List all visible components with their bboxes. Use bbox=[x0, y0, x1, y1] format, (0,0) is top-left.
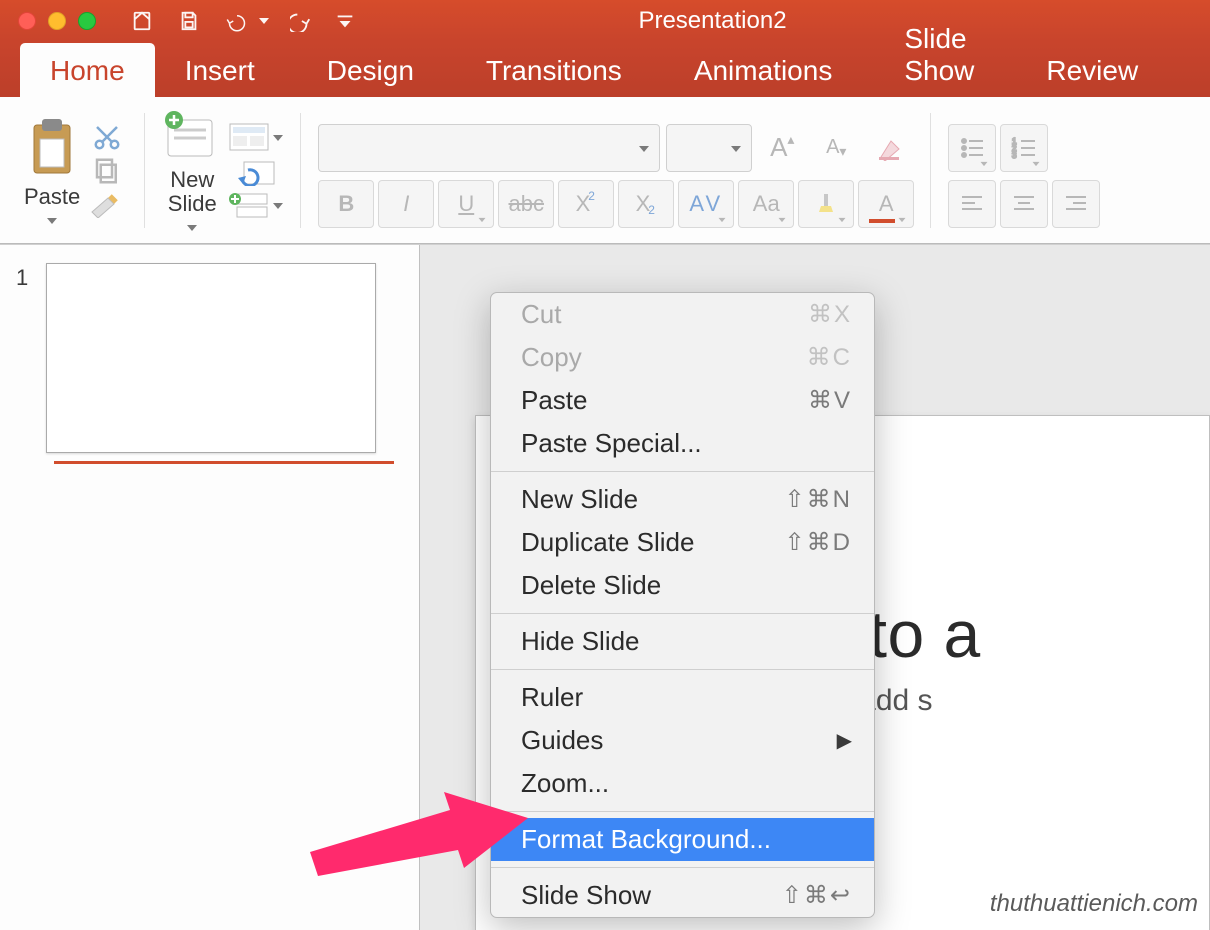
tab-animations[interactable]: Animations bbox=[664, 43, 863, 99]
customize-qat-icon[interactable] bbox=[337, 10, 353, 32]
layout-icon[interactable] bbox=[228, 122, 284, 152]
ctx-separator bbox=[491, 669, 874, 670]
svg-text:3: 3 bbox=[1012, 151, 1017, 160]
minimize-window-button[interactable] bbox=[48, 12, 66, 30]
ctx-separator bbox=[491, 867, 874, 868]
reset-icon[interactable] bbox=[228, 156, 284, 186]
format-painter-icon[interactable] bbox=[86, 190, 128, 220]
tab-review[interactable]: Review bbox=[1016, 43, 1168, 99]
align-left-button[interactable] bbox=[948, 180, 996, 228]
strikethrough-button[interactable]: abc bbox=[498, 180, 554, 228]
copy-icon[interactable] bbox=[86, 156, 128, 186]
context-menu: Cut⌘X Copy⌘C Paste⌘V Paste Special... Ne… bbox=[490, 292, 875, 918]
ribbon-group-paragraph: 123 bbox=[942, 103, 1106, 238]
font-size-dropdown[interactable] bbox=[666, 124, 752, 172]
ctx-duplicate-slide[interactable]: Duplicate Slide⇧⌘D bbox=[491, 521, 874, 564]
redo-icon[interactable] bbox=[290, 10, 312, 32]
clear-formatting-icon[interactable] bbox=[866, 124, 914, 172]
thumbnail-number: 1 bbox=[16, 265, 28, 291]
slide-thumbnail-panel: 1 bbox=[0, 245, 420, 930]
undo-icon[interactable] bbox=[225, 10, 265, 32]
character-spacing-button[interactable]: AV bbox=[678, 180, 734, 228]
subscript-button[interactable]: X2 bbox=[618, 180, 674, 228]
decrease-font-icon[interactable]: A▾ bbox=[812, 124, 860, 172]
close-window-button[interactable] bbox=[18, 12, 36, 30]
ctx-ruler[interactable]: Ruler bbox=[491, 676, 874, 719]
ctx-separator bbox=[491, 811, 874, 812]
bullets-button[interactable] bbox=[948, 124, 996, 172]
tab-design[interactable]: Design bbox=[297, 43, 444, 99]
superscript-button[interactable]: X2 bbox=[558, 180, 614, 228]
paste-button[interactable]: Paste bbox=[24, 117, 80, 224]
align-right-button[interactable] bbox=[1052, 180, 1100, 228]
tab-home[interactable]: Home bbox=[20, 43, 155, 99]
ctx-new-slide[interactable]: New Slide⇧⌘N bbox=[491, 478, 874, 521]
ctx-separator bbox=[491, 613, 874, 614]
ctx-copy[interactable]: Copy⌘C bbox=[491, 336, 874, 379]
bold-button[interactable]: B bbox=[318, 180, 374, 228]
section-icon[interactable] bbox=[228, 190, 284, 220]
paste-label: Paste bbox=[24, 185, 80, 209]
ctx-guides[interactable]: Guides▶ bbox=[491, 719, 874, 762]
ribbon: Paste New Slide bbox=[0, 97, 1210, 245]
ribbon-tabs: Home Insert Design Transitions Animation… bbox=[0, 42, 1210, 97]
thumbnail-selection-underline bbox=[54, 461, 394, 464]
ribbon-group-font: A▴ A▾ B I U abc X2 X2 AV Aa A bbox=[312, 103, 920, 238]
increase-font-icon[interactable]: A▴ bbox=[758, 124, 806, 172]
ctx-format-background[interactable]: Format Background... bbox=[491, 818, 874, 861]
traffic-lights bbox=[18, 12, 96, 30]
tab-view[interactable]: View bbox=[1180, 43, 1210, 99]
align-center-button[interactable] bbox=[1000, 180, 1048, 228]
ctx-slide-show[interactable]: Slide Show⇧⌘↩ bbox=[491, 874, 874, 917]
ribbon-group-slides: New Slide bbox=[156, 103, 290, 238]
italic-button[interactable]: I bbox=[378, 180, 434, 228]
tab-transitions[interactable]: Transitions bbox=[456, 43, 652, 99]
ctx-paste[interactable]: Paste⌘V bbox=[491, 379, 874, 422]
ctx-hide-slide[interactable]: Hide Slide bbox=[491, 620, 874, 663]
slide-thumbnail-1[interactable] bbox=[46, 263, 376, 453]
font-name-dropdown[interactable] bbox=[318, 124, 660, 172]
font-highlight-button[interactable] bbox=[798, 180, 854, 228]
quick-access-toolbar bbox=[131, 10, 353, 32]
ctx-cut[interactable]: Cut⌘X bbox=[491, 293, 874, 336]
watermark-text: thuthuattienich.com bbox=[990, 890, 1198, 918]
tab-insert[interactable]: Insert bbox=[155, 43, 285, 99]
ctx-delete-slide[interactable]: Delete Slide bbox=[491, 564, 874, 607]
new-slide-button[interactable]: New Slide bbox=[162, 110, 222, 231]
change-case-button[interactable]: Aa bbox=[738, 180, 794, 228]
ctx-zoom[interactable]: Zoom... bbox=[491, 762, 874, 805]
file-icon[interactable] bbox=[131, 10, 153, 32]
cut-icon[interactable] bbox=[86, 122, 128, 152]
tab-slideshow[interactable]: Slide Show bbox=[874, 11, 1004, 99]
save-icon[interactable] bbox=[178, 10, 200, 32]
new-slide-label: New Slide bbox=[168, 168, 217, 216]
underline-button[interactable]: U bbox=[438, 180, 494, 228]
ctx-separator bbox=[491, 471, 874, 472]
title-bar: Presentation2 bbox=[0, 0, 1210, 42]
numbering-button[interactable]: 123 bbox=[1000, 124, 1048, 172]
font-color-button[interactable]: A bbox=[858, 180, 914, 228]
fullscreen-window-button[interactable] bbox=[78, 12, 96, 30]
ribbon-group-clipboard: Paste bbox=[18, 103, 134, 238]
ctx-paste-special[interactable]: Paste Special... bbox=[491, 422, 874, 465]
